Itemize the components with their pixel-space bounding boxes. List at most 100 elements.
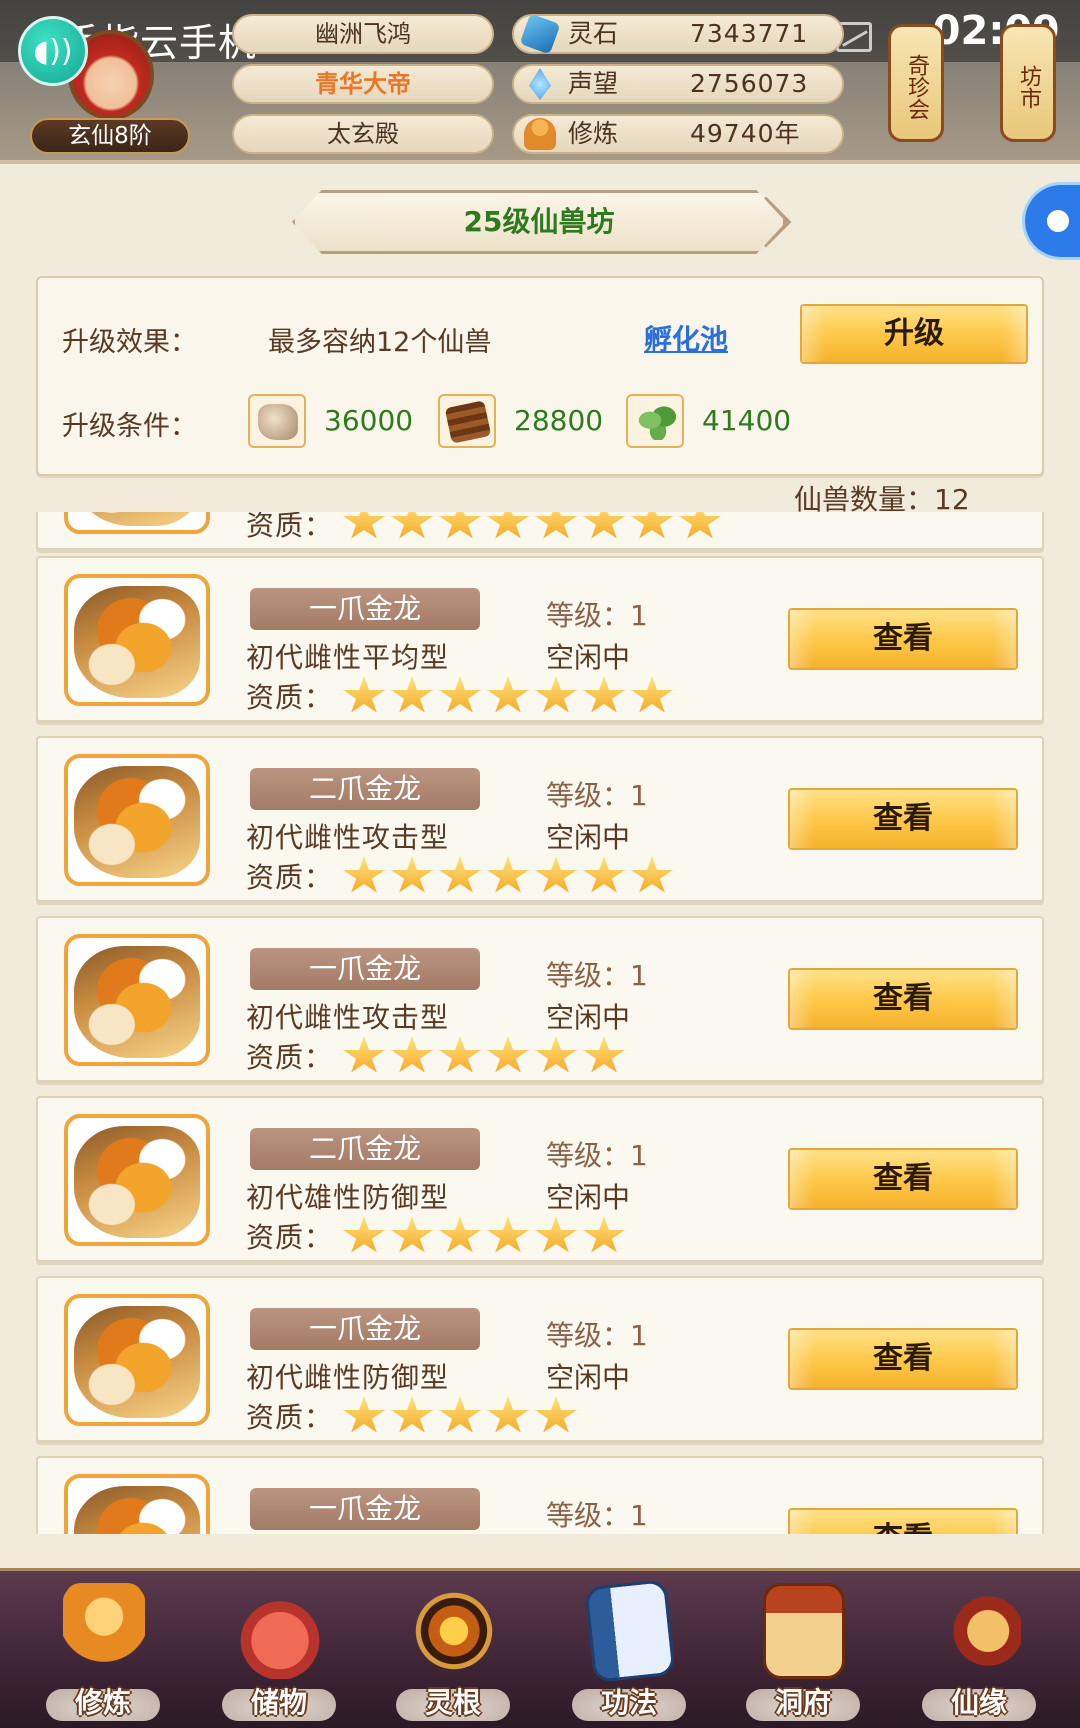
nav-label: 仙缘 xyxy=(950,1686,1007,1719)
stat-label: 灵石 xyxy=(568,19,619,48)
quality-label: 资质： xyxy=(246,512,334,542)
quality-stars xyxy=(342,512,722,542)
herb-icon xyxy=(626,394,684,448)
stat-value: 49740年 xyxy=(690,119,801,148)
wood-amount: 28800 xyxy=(514,404,604,437)
nav-label: 洞府 xyxy=(774,1686,831,1719)
star-icon xyxy=(342,1216,386,1253)
view-beast-button[interactable]: 查看 xyxy=(788,1508,1018,1534)
star-icon xyxy=(486,676,530,713)
quality-label: 资质： xyxy=(246,1221,334,1254)
storage-bag-icon xyxy=(239,1583,321,1679)
star-icon xyxy=(582,676,626,713)
star-icon xyxy=(486,512,530,539)
beast-description: 初代雌性平均型 xyxy=(246,641,450,674)
star-icon xyxy=(438,1216,482,1253)
spirit-stone-icon xyxy=(519,13,561,55)
panel-title: 25级仙兽坊 xyxy=(292,190,786,254)
spirit-root-icon xyxy=(413,1583,495,1679)
beast-card: 二爪金龙 等级：1 初代雄性防御型 空闲中 资质： 查看 xyxy=(36,1096,1044,1262)
beast-status: 空闲中 xyxy=(546,641,631,674)
star-icon xyxy=(390,856,434,893)
beast-status: 空闲中 xyxy=(546,821,631,854)
golden-dragon-icon xyxy=(74,1126,200,1238)
beast-portrait[interactable] xyxy=(64,1294,210,1426)
quality-stars xyxy=(342,1216,626,1256)
beast-card: 一爪金龙 等级：1 查看 xyxy=(36,1456,1044,1534)
player-name-pill: 幽洲飞鸿 xyxy=(232,14,494,54)
golden-dragon-icon xyxy=(74,1486,200,1534)
view-beast-button[interactable]: 查看 xyxy=(788,608,1018,670)
upgrade-box: 升级效果： 最多容纳12个仙兽 孵化池 升级 升级条件： 36000 28800… xyxy=(36,276,1044,476)
star-icon xyxy=(486,856,530,893)
view-beast-button[interactable]: 查看 xyxy=(788,788,1018,850)
beast-name: 二爪金龙 xyxy=(250,1128,480,1170)
beast-level: 等级：1 xyxy=(546,959,648,992)
star-icon xyxy=(630,856,674,893)
quality-label: 资质： xyxy=(246,861,334,894)
beast-name: 二爪金龙 xyxy=(250,768,480,810)
star-icon xyxy=(390,512,434,539)
star-icon xyxy=(534,856,578,893)
star-icon xyxy=(486,1396,530,1433)
beast-name: 一爪金龙 xyxy=(250,1488,480,1530)
stat-label: 修炼 xyxy=(568,119,619,148)
beast-list[interactable]: 资质： 一爪金龙 等级：1 初代雌性平均型 空闲中 资质： 查看 二爪金龙 等级… xyxy=(36,512,1044,1534)
player-title-pill: 青华大帝 xyxy=(232,64,494,104)
ore-amount: 36000 xyxy=(324,404,414,437)
star-icon xyxy=(342,856,386,893)
beast-portrait[interactable] xyxy=(64,574,210,706)
star-icon xyxy=(582,512,626,539)
golden-dragon-icon xyxy=(74,586,200,698)
quality-stars xyxy=(342,676,674,716)
quality-stars xyxy=(342,1036,626,1076)
treasure-auction-lantern[interactable]: 奇珍会 xyxy=(888,24,944,142)
nav-spirit-root[interactable]: 灵根 xyxy=(378,1571,528,1728)
beast-description: 初代雌性攻击型 xyxy=(246,821,450,854)
nav-cultivate[interactable]: 修炼 xyxy=(28,1571,178,1728)
star-icon xyxy=(390,1396,434,1433)
view-beast-button[interactable]: 查看 xyxy=(788,1148,1018,1210)
star-icon xyxy=(342,1036,386,1073)
quality-label: 资质： xyxy=(246,1041,334,1074)
quality-stars xyxy=(342,1396,578,1436)
star-icon xyxy=(438,856,482,893)
nav-fate[interactable]: 仙缘 xyxy=(904,1571,1054,1728)
beast-portrait[interactable] xyxy=(64,512,210,534)
view-beast-button[interactable]: 查看 xyxy=(788,1328,1018,1390)
view-beast-button[interactable]: 查看 xyxy=(788,968,1018,1030)
golden-dragon-icon xyxy=(74,1306,200,1418)
star-icon xyxy=(582,1036,626,1073)
beast-portrait[interactable] xyxy=(64,1114,210,1246)
beast-description: 初代雌性防御型 xyxy=(246,1361,450,1394)
nav-storage[interactable]: 储物 xyxy=(204,1571,354,1728)
herb-amount: 41400 xyxy=(702,404,792,437)
star-icon xyxy=(630,676,674,713)
cultivation-icon xyxy=(524,118,556,150)
star-icon xyxy=(534,676,578,713)
beast-description: 初代雄性防御型 xyxy=(246,1181,450,1214)
reputation-icon xyxy=(528,68,552,100)
star-icon xyxy=(438,1036,482,1073)
beast-name: 一爪金龙 xyxy=(250,588,480,630)
upgrade-button[interactable]: 升级 xyxy=(800,304,1028,364)
star-icon xyxy=(534,1396,578,1433)
hatch-pool-link[interactable]: 孵化池 xyxy=(644,318,728,358)
nav-cave-dwelling[interactable]: 洞府 xyxy=(728,1571,878,1728)
quality-label: 资质： xyxy=(246,681,334,714)
beast-portrait[interactable] xyxy=(64,754,210,886)
player-sect-pill: 太玄殿 xyxy=(232,114,494,154)
star-icon xyxy=(342,676,386,713)
beast-portrait[interactable] xyxy=(64,1474,210,1534)
cultivation-stat: 修炼 49740年 xyxy=(512,114,844,154)
market-lantern[interactable]: 坊市 xyxy=(1000,24,1056,142)
nav-label: 修炼 xyxy=(74,1686,131,1719)
star-icon xyxy=(438,676,482,713)
upgrade-effect-label: 升级效果： xyxy=(62,327,197,358)
beast-level: 等级：1 xyxy=(546,779,648,812)
beast-card: 资质： xyxy=(36,512,1044,550)
voice-icon[interactable]: ◖)) xyxy=(18,16,88,86)
beast-portrait[interactable] xyxy=(64,934,210,1066)
nav-technique[interactable]: 功法 xyxy=(554,1571,704,1728)
quality-stars xyxy=(342,856,674,896)
